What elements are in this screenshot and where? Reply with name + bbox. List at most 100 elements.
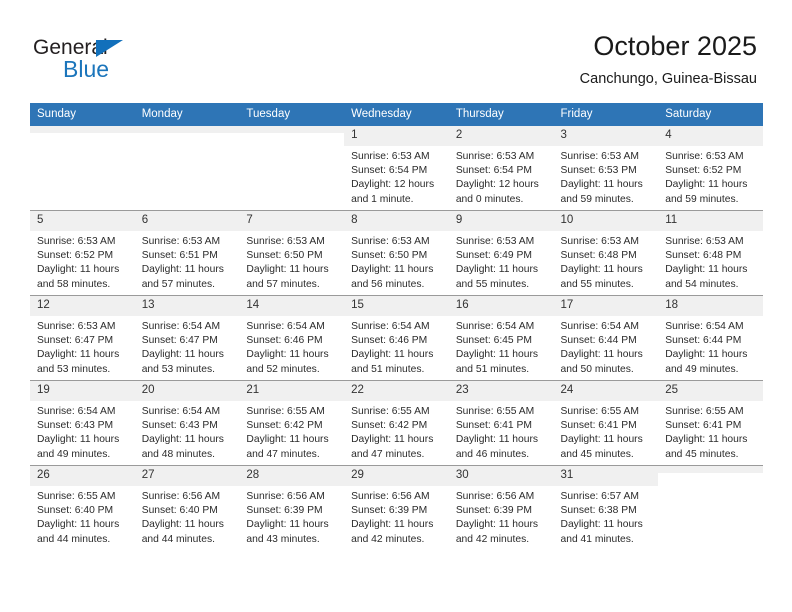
- calendar-day-cell[interactable]: [30, 126, 135, 211]
- day-details: Sunrise: 6:57 AM Sunset: 6:38 PM Dayligh…: [554, 486, 659, 547]
- calendar-day-cell[interactable]: 27 Sunrise: 6:56 AM Sunset: 6:40 PM Dayl…: [134, 465, 240, 550]
- page-title: October 2025: [593, 31, 757, 61]
- day-number: [658, 466, 763, 473]
- sunrise-text: Sunrise: 6:56 AM: [455, 491, 535, 502]
- calendar-day-cell[interactable]: 14 Sunrise: 6:54 AM Sunset: 6:46 PM Dayl…: [239, 295, 345, 381]
- sunrise-text: Sunrise: 6:54 AM: [665, 321, 744, 332]
- day-details: Sunrise: 6:55 AM Sunset: 6:41 PM Dayligh…: [449, 401, 554, 462]
- day-details: Sunrise: 6:53 AM Sunset: 6:52 PM Dayligh…: [30, 231, 135, 292]
- calendar-day-cell[interactable]: 24 Sunrise: 6:55 AM Sunset: 6:41 PM Dayl…: [553, 380, 659, 466]
- day-number: 27: [134, 466, 240, 486]
- sunrise-text: Sunrise: 6:53 AM: [560, 236, 639, 247]
- sunrise-text: Sunrise: 6:55 AM: [665, 406, 744, 417]
- sunrise-text: Sunrise: 6:56 AM: [246, 491, 325, 502]
- daylight-text-line1: Daylight: 11 hours: [141, 349, 224, 361]
- day-number: 25: [658, 381, 763, 401]
- calendar-day-cell[interactable]: 9 Sunrise: 6:53 AM Sunset: 6:49 PM Dayli…: [448, 210, 554, 296]
- calendar-day-cell[interactable]: [134, 126, 240, 211]
- day-details: Sunrise: 6:55 AM Sunset: 6:42 PM Dayligh…: [344, 401, 449, 462]
- sunrise-text: Sunrise: 6:54 AM: [246, 321, 325, 332]
- calendar-day-cell[interactable]: [658, 465, 763, 550]
- calendar-day-cell[interactable]: 2 Sunrise: 6:53 AM Sunset: 6:54 PM Dayli…: [448, 126, 554, 211]
- daylight-text-line2: and 54 minutes.: [665, 278, 739, 290]
- day-number: 30: [448, 466, 554, 486]
- calendar-day-cell[interactable]: 15 Sunrise: 6:54 AM Sunset: 6:46 PM Dayl…: [344, 295, 449, 381]
- day-details: Sunrise: 6:54 AM Sunset: 6:46 PM Dayligh…: [239, 316, 344, 377]
- daylight-text-line2: and 59 minutes.: [560, 193, 634, 205]
- day-number: 15: [344, 296, 449, 316]
- day-number: 2: [448, 126, 554, 146]
- calendar-day-cell[interactable]: 19 Sunrise: 6:54 AM Sunset: 6:43 PM Dayl…: [30, 380, 135, 466]
- sunset-text: Sunset: 6:39 PM: [455, 505, 532, 517]
- day-details: Sunrise: 6:55 AM Sunset: 6:40 PM Dayligh…: [30, 486, 135, 547]
- daylight-text-line1: Daylight: 11 hours: [351, 519, 434, 531]
- sunrise-text: Sunrise: 6:53 AM: [37, 321, 116, 332]
- calendar-day-cell[interactable]: [239, 126, 345, 211]
- day-number: 11: [658, 211, 763, 231]
- calendar-day-cell[interactable]: 29 Sunrise: 6:56 AM Sunset: 6:39 PM Dayl…: [344, 465, 449, 550]
- weekday-header-wednesday: Wednesday: [344, 103, 449, 126]
- calendar-day-cell[interactable]: 25 Sunrise: 6:55 AM Sunset: 6:41 PM Dayl…: [658, 380, 763, 466]
- day-details: Sunrise: 6:56 AM Sunset: 6:39 PM Dayligh…: [449, 486, 554, 547]
- calendar-body: 1 Sunrise: 6:53 AM Sunset: 6:54 PM Dayli…: [30, 126, 763, 550]
- calendar-day-cell[interactable]: 23 Sunrise: 6:55 AM Sunset: 6:41 PM Dayl…: [448, 380, 554, 466]
- calendar-week-row: 26 Sunrise: 6:55 AM Sunset: 6:40 PM Dayl…: [30, 465, 763, 550]
- calendar-day-cell[interactable]: 12 Sunrise: 6:53 AM Sunset: 6:47 PM Dayl…: [30, 295, 135, 381]
- calendar-day-cell[interactable]: 8 Sunrise: 6:53 AM Sunset: 6:50 PM Dayli…: [344, 210, 449, 296]
- day-number: [239, 126, 345, 133]
- calendar-day-cell[interactable]: 22 Sunrise: 6:55 AM Sunset: 6:42 PM Dayl…: [344, 380, 449, 466]
- day-number: 10: [553, 211, 659, 231]
- daylight-text-line1: Daylight: 11 hours: [141, 434, 224, 446]
- calendar-day-cell[interactable]: 26 Sunrise: 6:55 AM Sunset: 6:40 PM Dayl…: [30, 465, 135, 550]
- daylight-text-line2: and 55 minutes.: [560, 278, 634, 290]
- general-blue-logo[interactable]: General Blue: [33, 36, 193, 88]
- daylight-text-line2: and 43 minutes.: [246, 533, 320, 545]
- calendar-day-cell[interactable]: 16 Sunrise: 6:54 AM Sunset: 6:45 PM Dayl…: [448, 295, 554, 381]
- calendar-day-cell[interactable]: 4 Sunrise: 6:53 AM Sunset: 6:52 PM Dayli…: [658, 126, 763, 211]
- calendar-day-cell[interactable]: 13 Sunrise: 6:54 AM Sunset: 6:47 PM Dayl…: [134, 295, 240, 381]
- daylight-text-line1: Daylight: 11 hours: [246, 519, 329, 531]
- sunrise-text: Sunrise: 6:54 AM: [37, 406, 116, 417]
- daylight-text-line1: Daylight: 11 hours: [351, 264, 434, 276]
- day-number: 6: [134, 211, 240, 231]
- calendar-day-cell[interactable]: 17 Sunrise: 6:54 AM Sunset: 6:44 PM Dayl…: [553, 295, 659, 381]
- calendar-day-cell[interactable]: 21 Sunrise: 6:55 AM Sunset: 6:42 PM Dayl…: [239, 380, 345, 466]
- day-number: 13: [134, 296, 240, 316]
- calendar-day-cell[interactable]: 5 Sunrise: 6:53 AM Sunset: 6:52 PM Dayli…: [30, 210, 135, 296]
- calendar-day-cell[interactable]: 11 Sunrise: 6:53 AM Sunset: 6:48 PM Dayl…: [658, 210, 763, 296]
- sunrise-text: Sunrise: 6:53 AM: [351, 151, 430, 162]
- daylight-text-line1: Daylight: 11 hours: [141, 519, 224, 531]
- calendar-day-cell[interactable]: 20 Sunrise: 6:54 AM Sunset: 6:43 PM Dayl…: [134, 380, 240, 466]
- day-details: Sunrise: 6:53 AM Sunset: 6:49 PM Dayligh…: [449, 231, 554, 292]
- sunrise-text: Sunrise: 6:55 AM: [37, 491, 116, 502]
- daylight-text-line1: Daylight: 11 hours: [141, 264, 224, 276]
- sunset-text: Sunset: 6:47 PM: [141, 335, 218, 347]
- calendar-day-cell[interactable]: 1 Sunrise: 6:53 AM Sunset: 6:54 PM Dayli…: [344, 126, 449, 211]
- daylight-text-line2: and 56 minutes.: [351, 278, 425, 290]
- calendar-day-cell[interactable]: 30 Sunrise: 6:56 AM Sunset: 6:39 PM Dayl…: [448, 465, 554, 550]
- day-number: 23: [448, 381, 554, 401]
- day-number: 22: [344, 381, 449, 401]
- calendar-day-cell[interactable]: 3 Sunrise: 6:53 AM Sunset: 6:53 PM Dayli…: [553, 126, 659, 211]
- daylight-text-line2: and 57 minutes.: [246, 278, 320, 290]
- day-number: 29: [344, 466, 449, 486]
- calendar-day-cell[interactable]: 6 Sunrise: 6:53 AM Sunset: 6:51 PM Dayli…: [134, 210, 240, 296]
- daylight-text-line2: and 44 minutes.: [141, 533, 215, 545]
- daylight-text-line1: Daylight: 11 hours: [560, 349, 643, 361]
- daylight-text-line1: Daylight: 11 hours: [37, 349, 120, 361]
- calendar-day-cell[interactable]: 28 Sunrise: 6:56 AM Sunset: 6:39 PM Dayl…: [239, 465, 345, 550]
- daylight-text-line2: and 44 minutes.: [37, 533, 111, 545]
- day-number: 5: [30, 211, 135, 231]
- calendar-day-cell[interactable]: 7 Sunrise: 6:53 AM Sunset: 6:50 PM Dayli…: [239, 210, 345, 296]
- sunrise-text: Sunrise: 6:54 AM: [351, 321, 430, 332]
- calendar-day-cell[interactable]: 10 Sunrise: 6:53 AM Sunset: 6:48 PM Dayl…: [553, 210, 659, 296]
- daylight-text-line2: and 48 minutes.: [141, 448, 215, 460]
- sunset-text: Sunset: 6:40 PM: [141, 505, 218, 517]
- calendar-day-cell[interactable]: 31 Sunrise: 6:57 AM Sunset: 6:38 PM Dayl…: [553, 465, 659, 550]
- calendar-day-cell[interactable]: 18 Sunrise: 6:54 AM Sunset: 6:44 PM Dayl…: [658, 295, 763, 381]
- daylight-text-line1: Daylight: 11 hours: [37, 264, 120, 276]
- day-details: Sunrise: 6:54 AM Sunset: 6:47 PM Dayligh…: [135, 316, 240, 377]
- daylight-text-line1: Daylight: 11 hours: [665, 264, 748, 276]
- daylight-text-line1: Daylight: 12 hours: [351, 179, 435, 191]
- sunset-text: Sunset: 6:47 PM: [37, 335, 114, 347]
